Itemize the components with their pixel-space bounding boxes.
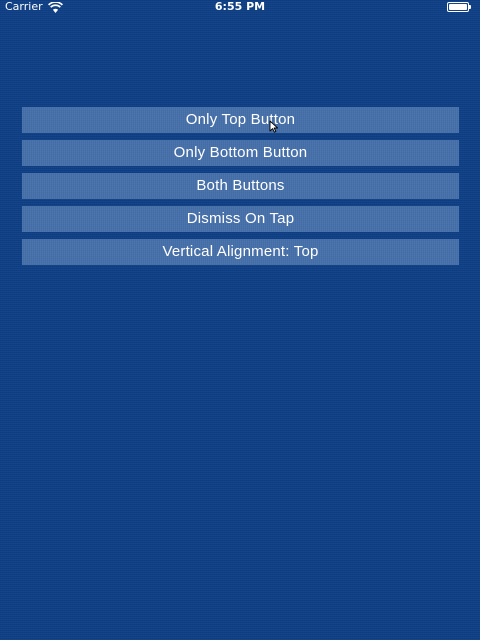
battery-tip (469, 5, 471, 9)
status-bar: Carrier 6:55 PM (0, 0, 480, 14)
both-buttons-button[interactable]: Both Buttons (22, 173, 459, 199)
dismiss-on-tap-button[interactable]: Dismiss On Tap (22, 206, 459, 232)
demo-button-list: Only Top Button Only Bottom Button Both … (22, 107, 459, 272)
vertical-alignment-button[interactable]: Vertical Alignment: Top (22, 239, 459, 265)
battery-body (447, 2, 469, 12)
only-top-button[interactable]: Only Top Button (22, 107, 459, 133)
battery-fill (449, 4, 467, 10)
status-time: 6:55 PM (214, 0, 266, 13)
only-bottom-button[interactable]: Only Bottom Button (22, 140, 459, 166)
battery-icon (447, 2, 472, 12)
